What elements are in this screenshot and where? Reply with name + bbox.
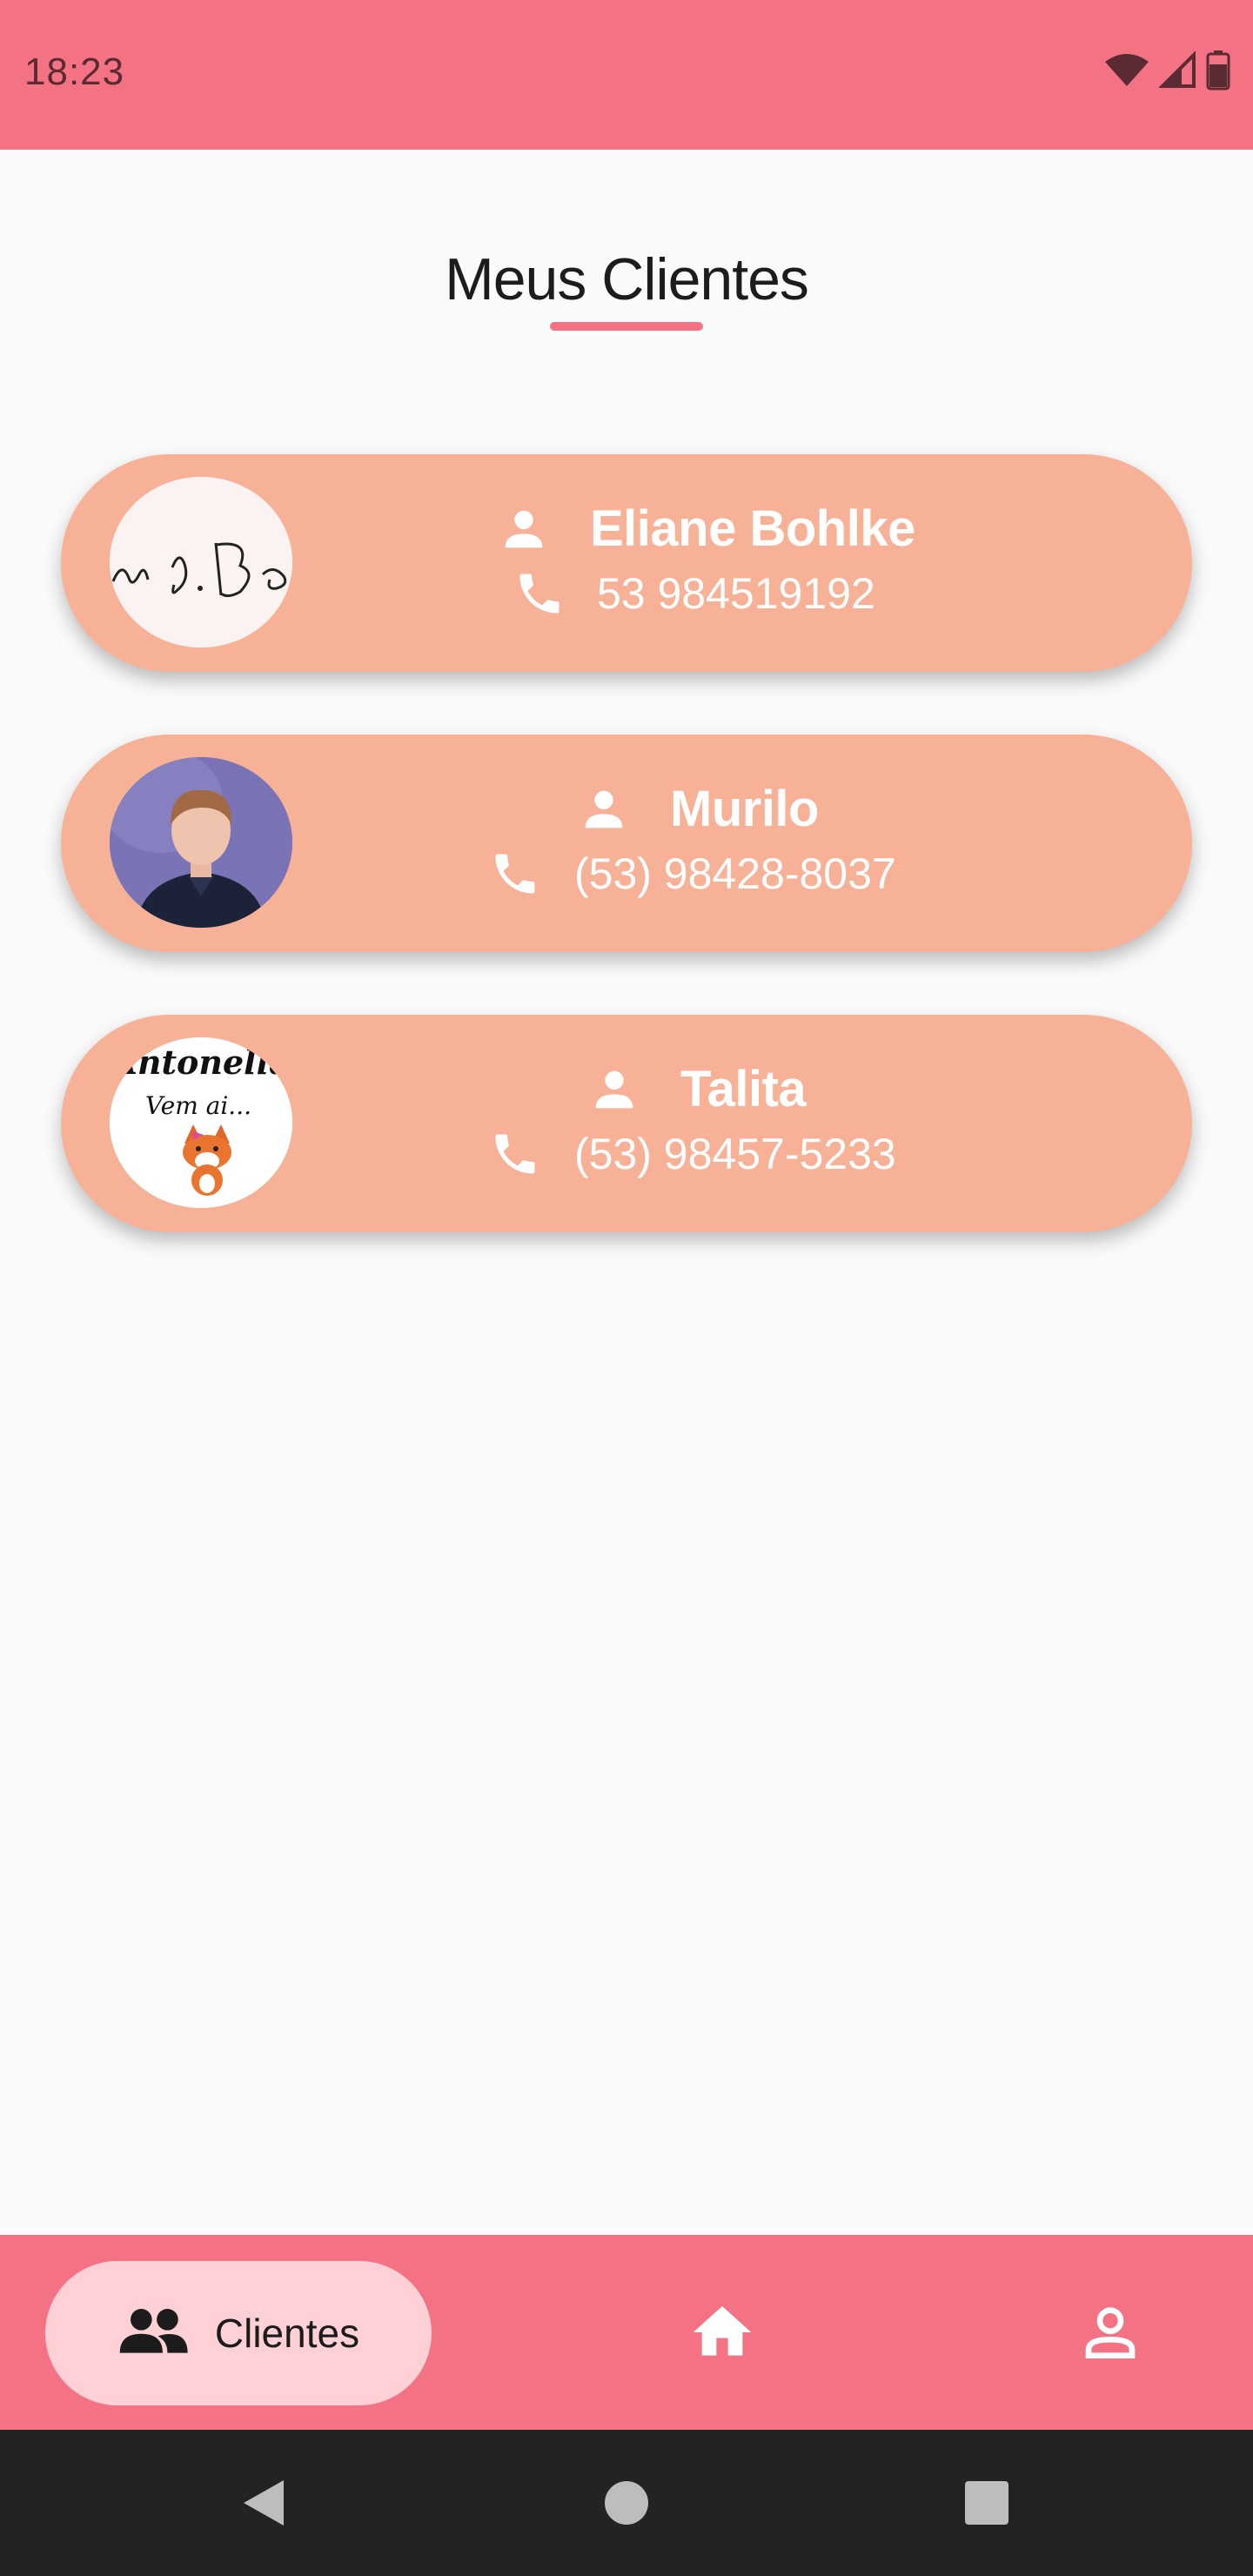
client-card[interactable]: Eliane Bohlke 53 984519192 — [61, 454, 1192, 672]
home-icon — [693, 2306, 752, 2356]
group-icon — [117, 2307, 189, 2360]
bottom-nav: Clientes — [0, 2235, 1253, 2430]
phone-icon — [513, 567, 566, 620]
back-icon — [244, 2480, 284, 2526]
svg-text:Antonella: Antonella — [110, 1043, 291, 1082]
client-name-row: Eliane Bohlke — [496, 500, 915, 558]
client-name-row: Talita — [586, 1060, 807, 1118]
circle-icon — [605, 2481, 648, 2525]
client-phone-row: (53) 98428-8037 — [489, 848, 896, 900]
signature-image — [110, 477, 292, 647]
phone-icon — [489, 1128, 541, 1180]
person-photo — [110, 757, 292, 928]
battery-icon — [1206, 50, 1230, 95]
status-bar: 18:23 — [0, 0, 1253, 150]
profile-icon — [1085, 2307, 1136, 2358]
client-card[interactable]: Antonella Vem ai... Talita (53) 98457-52 — [61, 1015, 1192, 1232]
page-title: Meus Clientes — [445, 246, 809, 312]
back-button[interactable] — [235, 2475, 291, 2531]
nav-item-home[interactable] — [687, 2298, 757, 2367]
title-underline — [550, 322, 703, 331]
client-avatar: Antonella Vem ai... — [110, 1037, 292, 1208]
person-icon — [576, 782, 632, 837]
client-phone: (53) 98457-5233 — [574, 1130, 896, 1178]
system-nav-bar — [0, 2430, 1253, 2576]
square-icon — [965, 2481, 1008, 2525]
nav-label-clientes: Clientes — [214, 2311, 360, 2356]
client-phone: (53) 98428-8037 — [574, 849, 896, 898]
status-time: 18:23 — [24, 50, 125, 93]
home-system-button[interactable] — [599, 2475, 654, 2531]
client-phone-row: (53) 98457-5233 — [489, 1128, 896, 1180]
client-avatar — [110, 477, 292, 647]
client-phone: 53 984519192 — [597, 569, 875, 618]
client-name: Murilo — [670, 781, 819, 837]
client-name-row: Murilo — [576, 780, 819, 838]
client-avatar — [110, 757, 292, 928]
recents-button[interactable] — [959, 2475, 1015, 2531]
status-icons — [1103, 50, 1230, 95]
client-name: Eliane Bohlke — [590, 500, 915, 557]
client-phone-row: 53 984519192 — [513, 567, 875, 620]
wifi-icon — [1103, 53, 1150, 92]
client-name: Talita — [680, 1061, 807, 1117]
nav-item-profile[interactable] — [1075, 2298, 1145, 2367]
antonella-fox-image: Antonella Vem ai... — [110, 1037, 292, 1208]
person-icon — [586, 1062, 642, 1117]
person-icon — [496, 501, 552, 557]
client-card[interactable]: Murilo (53) 98428-8037 — [61, 735, 1192, 952]
signal-icon — [1158, 50, 1197, 94]
phone-icon — [489, 848, 541, 900]
svg-text:Vem ai...: Vem ai... — [145, 1091, 251, 1120]
nav-item-clientes[interactable]: Clientes — [45, 2261, 432, 2405]
